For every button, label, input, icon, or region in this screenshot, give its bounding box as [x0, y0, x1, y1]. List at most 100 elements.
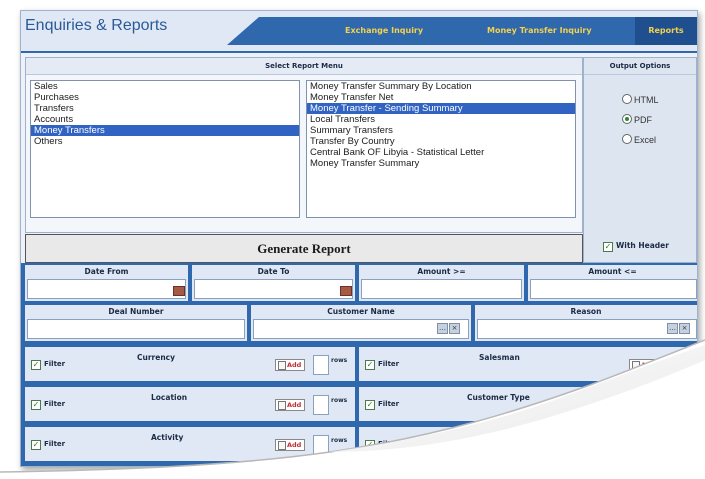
checkbox-checked-icon[interactable]: ✓ — [31, 440, 41, 450]
date-from-label: Date From — [84, 267, 129, 276]
filter-group-salesman: ✓ Filter Salesman Add — [359, 347, 697, 381]
generate-report-button[interactable]: Generate Report — [25, 234, 583, 263]
tab-money-transfer-inquiry[interactable]: Money Transfer Inquiry — [487, 17, 592, 45]
deal-number-input[interactable] — [27, 319, 245, 339]
report-item[interactable]: Money Transfer Summary — [307, 158, 575, 169]
report-menu-panel: Select Report Menu Sales Purchases Trans… — [25, 57, 583, 233]
output-option-html[interactable]: HTML — [622, 94, 659, 105]
checkbox-checked-icon[interactable]: ✓ — [365, 360, 375, 370]
radio-button[interactable] — [622, 134, 632, 144]
report-item[interactable]: Summary Transfers — [307, 125, 575, 136]
rows-input[interactable] — [313, 355, 329, 375]
clear-icon[interactable]: × — [449, 323, 460, 334]
filter-label: Filter — [44, 360, 66, 368]
date-to-cell: Date To — [192, 265, 355, 301]
filter-group-title: Location — [151, 393, 188, 402]
customer-name-cell: Customer Name … × — [251, 305, 471, 341]
clear-icon[interactable]: × — [679, 323, 690, 334]
filter-label: Filter — [378, 400, 400, 408]
amount-lte-cell: Amount <= — [528, 265, 697, 301]
report-item-selected[interactable]: Money Transfer - Sending Summary — [307, 103, 575, 114]
lookup-icon[interactable]: … — [667, 323, 678, 334]
filter-label: Filter — [44, 400, 66, 408]
report-item[interactable]: Money Transfer Net — [307, 92, 575, 103]
filter-group-sub-activity: ✓ Filter Sub Acti — [359, 427, 697, 461]
customer-name-label: Customer Name — [327, 307, 395, 316]
category-list[interactable]: Sales Purchases Transfers Accounts Money… — [30, 80, 300, 218]
lookup-icon[interactable]: … — [437, 323, 448, 334]
checkbox-checked-icon[interactable]: ✓ — [603, 242, 613, 252]
filter-toggle[interactable]: ✓ Filter — [365, 440, 399, 450]
add-button[interactable]: Add — [629, 359, 660, 371]
with-header-checkbox[interactable]: ✓ With Header — [603, 241, 669, 252]
checkbox-checked-icon[interactable]: ✓ — [365, 400, 375, 410]
report-item[interactable]: Money Transfer Summary By Location — [307, 81, 575, 92]
reason-input[interactable] — [477, 319, 697, 339]
checkbox-checked-icon[interactable]: ✓ — [31, 360, 41, 370]
with-header-label: With Header — [616, 241, 669, 250]
output-option-excel[interactable]: Excel — [622, 134, 656, 145]
amount-gte-input[interactable] — [361, 279, 522, 299]
category-item[interactable]: Sales — [31, 81, 299, 92]
reason-cell: Reason … × — [475, 305, 697, 341]
rows-label: rows — [331, 397, 348, 404]
tab-exchange-inquiry[interactable]: Exchange Inquiry — [345, 17, 423, 45]
output-options-panel: Output Options HTML PDF Excel — [583, 57, 697, 263]
amount-lte-input[interactable] — [530, 279, 697, 299]
radio-button[interactable] — [622, 94, 632, 104]
date-from-input[interactable] — [27, 279, 186, 299]
filter-toggle[interactable]: ✓ Filter — [31, 360, 65, 370]
category-item-selected[interactable]: Money Transfers — [31, 125, 299, 136]
output-option-pdf[interactable]: PDF — [622, 114, 652, 125]
report-item[interactable]: Local Transfers — [307, 114, 575, 125]
filter-section: Date From Date To Amount >= Amount <= De… — [21, 263, 697, 466]
calendar-icon[interactable] — [173, 286, 185, 296]
date-from-cell: Date From — [25, 265, 188, 301]
rows-label: rows — [331, 437, 348, 444]
date-to-label: Date To — [257, 267, 290, 276]
header-bar: Enquiries & Reports Exchange Inquiry Mon… — [21, 11, 697, 53]
amount-gte-cell: Amount >= — [359, 265, 524, 301]
filter-group-title: Currency — [137, 353, 176, 362]
report-list[interactable]: Money Transfer Summary By Location Money… — [306, 80, 576, 218]
filter-group-customer-type: ✓ Filter Customer Type — [359, 387, 697, 421]
report-item[interactable]: Transfer By Country — [307, 136, 575, 147]
category-item[interactable]: Purchases — [31, 92, 299, 103]
filter-toggle[interactable]: ✓ Filter — [365, 360, 399, 370]
filter-group-title: Sub Acti — [499, 433, 535, 442]
radio-button-checked[interactable] — [622, 114, 632, 124]
filter-group-activity: ✓ Filter Activity Add rows — [25, 427, 355, 461]
rows-input[interactable] — [667, 355, 683, 375]
add-button[interactable]: Add — [275, 399, 306, 411]
filter-group-title: Customer Type — [467, 393, 530, 402]
category-item[interactable]: Transfers — [31, 103, 299, 114]
category-item[interactable]: Accounts — [31, 114, 299, 125]
rows-input[interactable] — [313, 395, 329, 415]
filter-group-title: Activity — [151, 433, 184, 442]
filter-toggle[interactable]: ✓ Filter — [31, 400, 65, 410]
page-title: Enquiries & Reports — [25, 17, 168, 34]
amount-gte-label: Amount >= — [417, 267, 466, 276]
amount-lte-label: Amount <= — [588, 267, 637, 276]
filter-toggle[interactable]: ✓ Filter — [365, 400, 399, 410]
deal-number-cell: Deal Number — [25, 305, 247, 341]
report-page: Enquiries & Reports Exchange Inquiry Mon… — [20, 10, 698, 467]
filter-label: Filter — [378, 360, 400, 368]
rows-input[interactable] — [313, 435, 329, 455]
report-item[interactable]: Central Bank OF Libyia - Statistical Let… — [307, 147, 575, 158]
calendar-icon[interactable] — [340, 286, 352, 296]
date-to-input[interactable] — [194, 279, 353, 299]
checkbox-checked-icon[interactable]: ✓ — [31, 400, 41, 410]
header-divider — [21, 51, 697, 53]
add-button[interactable]: Add — [275, 359, 306, 371]
checkbox-checked-icon[interactable]: ✓ — [365, 440, 375, 450]
category-item[interactable]: Others — [31, 136, 299, 147]
output-options-heading: Output Options — [584, 58, 696, 75]
rows-label: rows — [331, 357, 348, 364]
nav-tab-strip — [227, 17, 697, 45]
option-label: HTML — [634, 95, 659, 105]
tab-reports[interactable]: Reports — [635, 17, 697, 45]
option-label: Excel — [634, 135, 657, 145]
add-button[interactable]: Add — [275, 439, 306, 451]
filter-toggle[interactable]: ✓ Filter — [31, 440, 65, 450]
